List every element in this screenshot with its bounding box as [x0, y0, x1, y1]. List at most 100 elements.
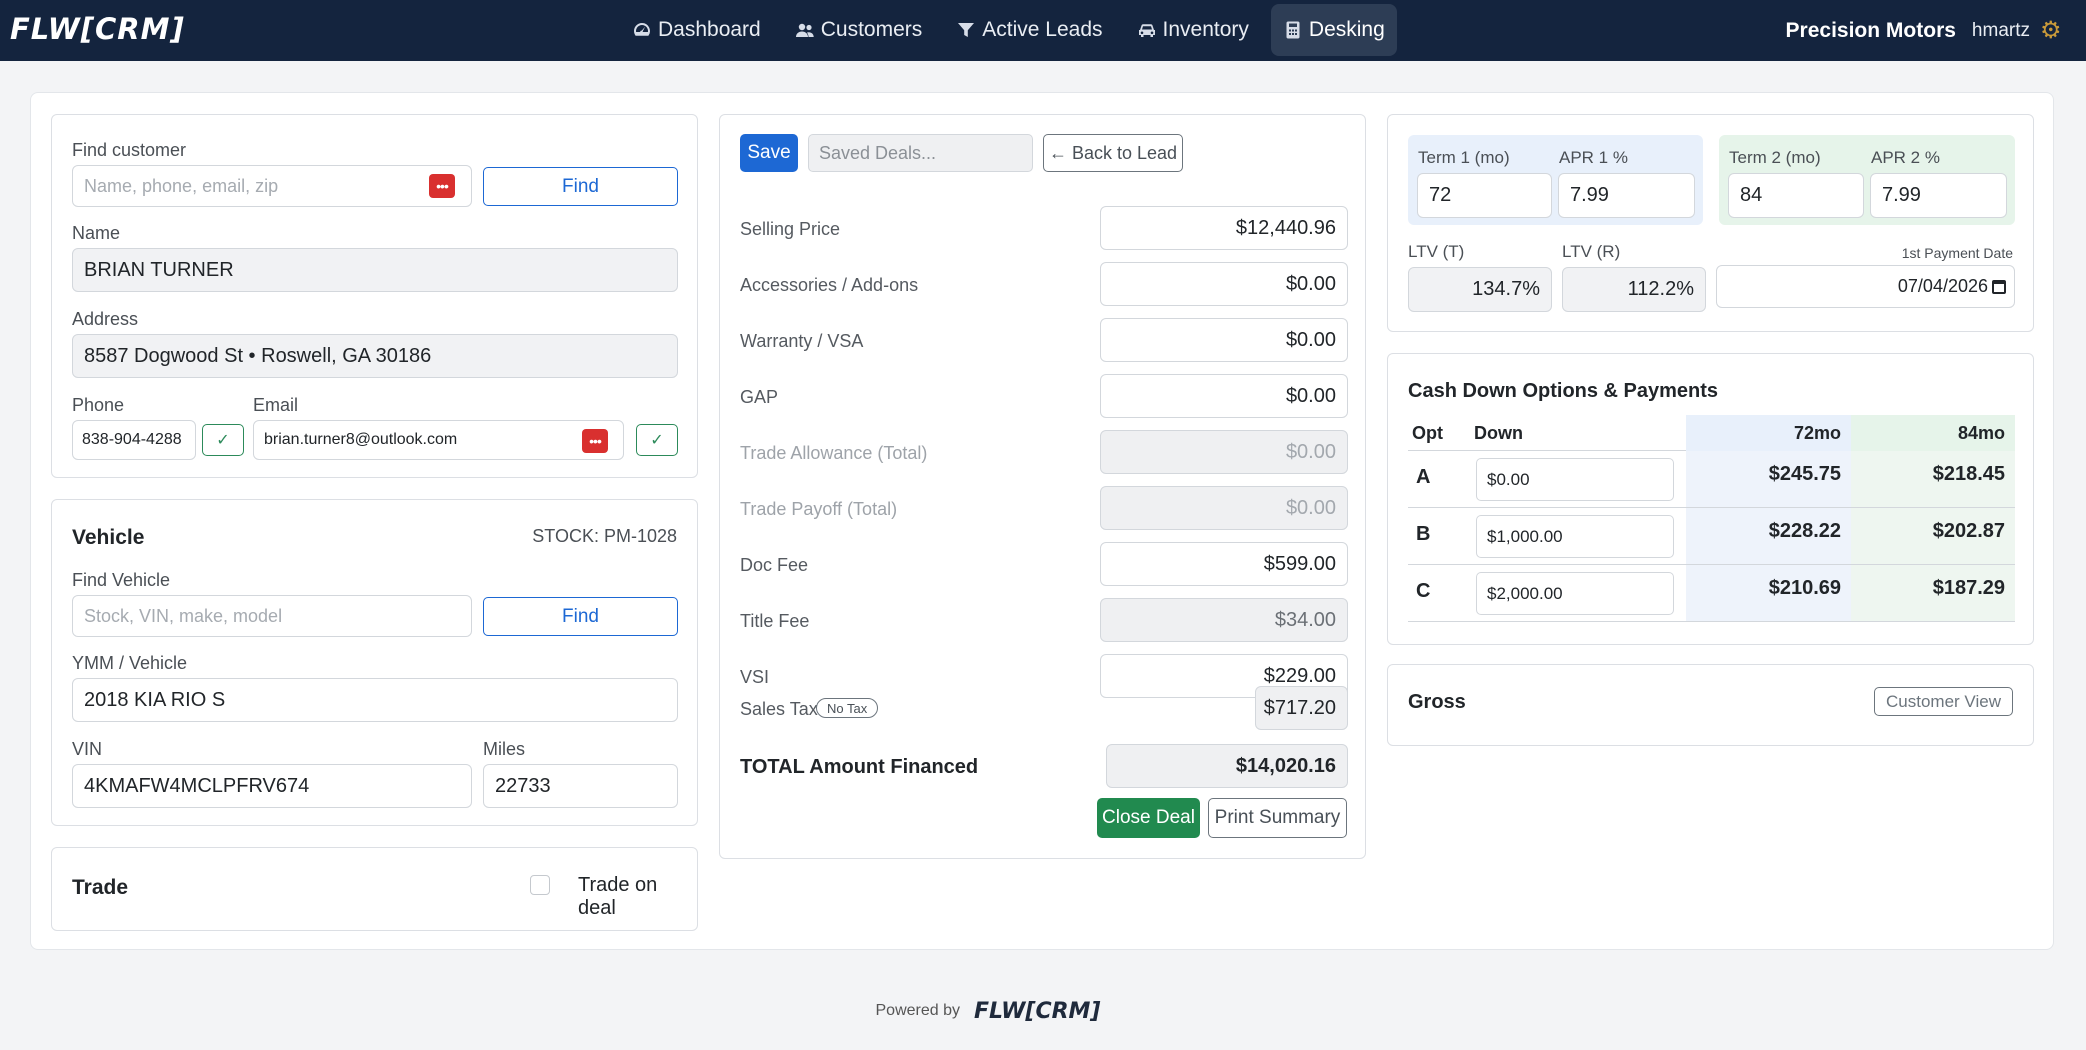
- ltv-r-value: 112.2%: [1562, 267, 1706, 312]
- term2-header: 84mo: [1851, 415, 2015, 451]
- option-letter: C: [1416, 580, 1431, 602]
- trade-on-deal-label[interactable]: Trade on deal: [578, 874, 697, 920]
- vehicle-title: Vehicle: [72, 526, 145, 549]
- trade-on-deal-checkbox[interactable]: [530, 875, 550, 895]
- desking-panel: Find customer Name, phone, email, zip ••…: [30, 92, 2054, 950]
- back-to-lead-button[interactable]: ← Back to Lead: [1043, 134, 1183, 172]
- gap-input[interactable]: $0.00: [1100, 374, 1348, 418]
- phone-verify-button[interactable]: ✓: [202, 424, 244, 456]
- payment-term1: $245.75: [1686, 451, 1851, 507]
- ymm-field[interactable]: 2018 KIA RIO S: [72, 678, 678, 722]
- nav-customers[interactable]: Customers: [783, 4, 935, 56]
- warranty-input[interactable]: $0.00: [1100, 318, 1348, 362]
- cash-down-title: Cash Down Options & Payments: [1408, 380, 1719, 402]
- close-deal-button[interactable]: Close Deal: [1097, 798, 1200, 838]
- name-label: Name: [72, 223, 121, 243]
- users-icon: [795, 23, 814, 37]
- sales-tax-value: $717.20: [1255, 686, 1348, 730]
- payment-term2: $202.87: [1851, 508, 2015, 564]
- term1-group: Term 1 (mo) APR 1 % 72 7.99: [1408, 135, 1703, 225]
- title-fee-input: $34.00: [1100, 598, 1348, 642]
- stock-number: STOCK: PM-1028: [532, 526, 677, 546]
- warranty-label: Warranty / VSA: [740, 331, 864, 351]
- customer-view-button[interactable]: Customer View: [1874, 687, 2013, 716]
- gap-label: GAP: [740, 387, 779, 407]
- find-vehicle-label: Find Vehicle: [72, 570, 171, 590]
- calculator-icon: [1286, 21, 1300, 39]
- doc-fee-input[interactable]: $599.00: [1100, 542, 1348, 586]
- footer-logo[interactable]: FLW[CRM]: [974, 999, 1101, 1024]
- nav-dashboard[interactable]: Dashboard: [620, 4, 773, 56]
- selling-price-input[interactable]: $12,440.96: [1100, 206, 1348, 250]
- find-vehicle-button[interactable]: Find: [483, 597, 678, 636]
- phone-field[interactable]: 838-904-4288: [72, 420, 196, 460]
- term2-label: Term 2 (mo): [1729, 148, 1821, 167]
- ltv-r-label: LTV (R): [1562, 242, 1621, 261]
- nav-inventory[interactable]: Inventory: [1125, 4, 1261, 56]
- total-financed-value: $14,020.16: [1106, 744, 1348, 788]
- option-letter: B: [1416, 523, 1431, 545]
- apr1-input[interactable]: 7.99: [1558, 173, 1695, 218]
- password-manager-icon[interactable]: •••: [429, 174, 455, 198]
- car-icon: [1138, 24, 1155, 37]
- nav-dashboard-label: Dashboard: [658, 18, 761, 41]
- title-fee-label: Title Fee: [740, 611, 810, 631]
- payment-term1: $210.69: [1686, 565, 1851, 621]
- term1-header: 72mo: [1686, 415, 1851, 451]
- username[interactable]: hmartz: [1972, 20, 2030, 42]
- email-verify-button[interactable]: ✓: [636, 424, 678, 456]
- nav-desking[interactable]: Desking: [1270, 4, 1397, 56]
- ltv-t-value: 134.7%: [1408, 267, 1552, 312]
- accessories-input[interactable]: $0.00: [1100, 262, 1348, 306]
- nav-account: Precision Motors hmartz ⚙: [1786, 0, 2064, 61]
- nav-active-leads[interactable]: Active Leads: [944, 4, 1114, 56]
- term1-input[interactable]: 72: [1417, 173, 1552, 218]
- gross-title: Gross: [1408, 691, 1466, 713]
- saved-deals-select[interactable]: Saved Deals...: [808, 134, 1033, 172]
- footer: Powered by FLW[CRM]: [0, 996, 2086, 1026]
- apr1-label: APR 1 %: [1559, 148, 1628, 167]
- calendar-icon[interactable]: [1992, 279, 2006, 294]
- first-payment-date-input[interactable]: 07/04/2026: [1716, 265, 2015, 308]
- apr2-input[interactable]: 7.99: [1870, 173, 2007, 218]
- payment-term1: $228.22: [1686, 508, 1851, 564]
- vsi-label: VSI: [740, 667, 770, 687]
- total-financed-label: TOTAL Amount Financed: [740, 756, 979, 778]
- trade-allowance-input: $0.00: [1100, 430, 1348, 474]
- doc-fee-label: Doc Fee: [740, 555, 809, 575]
- name-field[interactable]: BRIAN TURNER: [72, 248, 678, 292]
- email-field[interactable]: brian.turner8@outlook.com: [253, 420, 624, 460]
- vin-field[interactable]: 4KMAFW4MCLPFRV674: [72, 764, 472, 808]
- save-button[interactable]: Save: [740, 134, 798, 172]
- down-payment-input[interactable]: $0.00: [1476, 458, 1674, 501]
- find-vehicle-input[interactable]: Stock, VIN, make, model: [72, 595, 472, 637]
- find-customer-input[interactable]: Name, phone, email, zip: [72, 165, 472, 207]
- nav-active-leads-label: Active Leads: [982, 18, 1103, 41]
- first-payment-date-value: 07/04/2026: [1897, 276, 1988, 296]
- print-summary-button[interactable]: Print Summary: [1208, 798, 1347, 838]
- top-navbar: FLW[CRM] Dashboard Customers Active Lead…: [0, 0, 2086, 61]
- no-tax-badge[interactable]: No Tax: [816, 698, 879, 718]
- miles-field[interactable]: 22733: [483, 764, 678, 808]
- down-payment-input[interactable]: $2,000.00: [1476, 572, 1674, 615]
- trade-payoff-label: Trade Payoff (Total): [740, 499, 898, 519]
- main-nav: Dashboard Customers Active Leads Invento…: [620, 4, 1407, 56]
- email-password-manager-icon[interactable]: •••: [582, 429, 608, 453]
- trade-card: Trade Trade on deal: [51, 847, 698, 931]
- nav-inventory-label: Inventory: [1162, 18, 1249, 41]
- cash-table-head: Opt Down 72mo 84mo: [1408, 415, 2015, 451]
- cash-down-card: Cash Down Options & Payments Opt Down 72…: [1387, 353, 2034, 645]
- gear-icon[interactable]: ⚙: [2040, 18, 2064, 43]
- term1-label: Term 1 (mo): [1418, 148, 1510, 167]
- down-payment-input[interactable]: $1,000.00: [1476, 515, 1674, 558]
- sales-tax-label: Sales Tax: [740, 699, 818, 719]
- find-customer-button[interactable]: Find: [483, 167, 678, 206]
- cash-option-row: A $0.00 $245.75 $218.45: [1408, 451, 2015, 508]
- address-field[interactable]: 8587 Dogwood St • Roswell, GA 30186: [72, 334, 678, 378]
- cash-option-row: C $2,000.00 $210.69 $187.29: [1408, 565, 2015, 622]
- term2-input[interactable]: 84: [1728, 173, 1864, 218]
- trade-allowance-label: Trade Allowance (Total): [740, 443, 928, 463]
- down-header: Down: [1474, 423, 1523, 443]
- filter-icon: [958, 23, 975, 37]
- app-logo[interactable]: FLW[CRM]: [10, 11, 185, 47]
